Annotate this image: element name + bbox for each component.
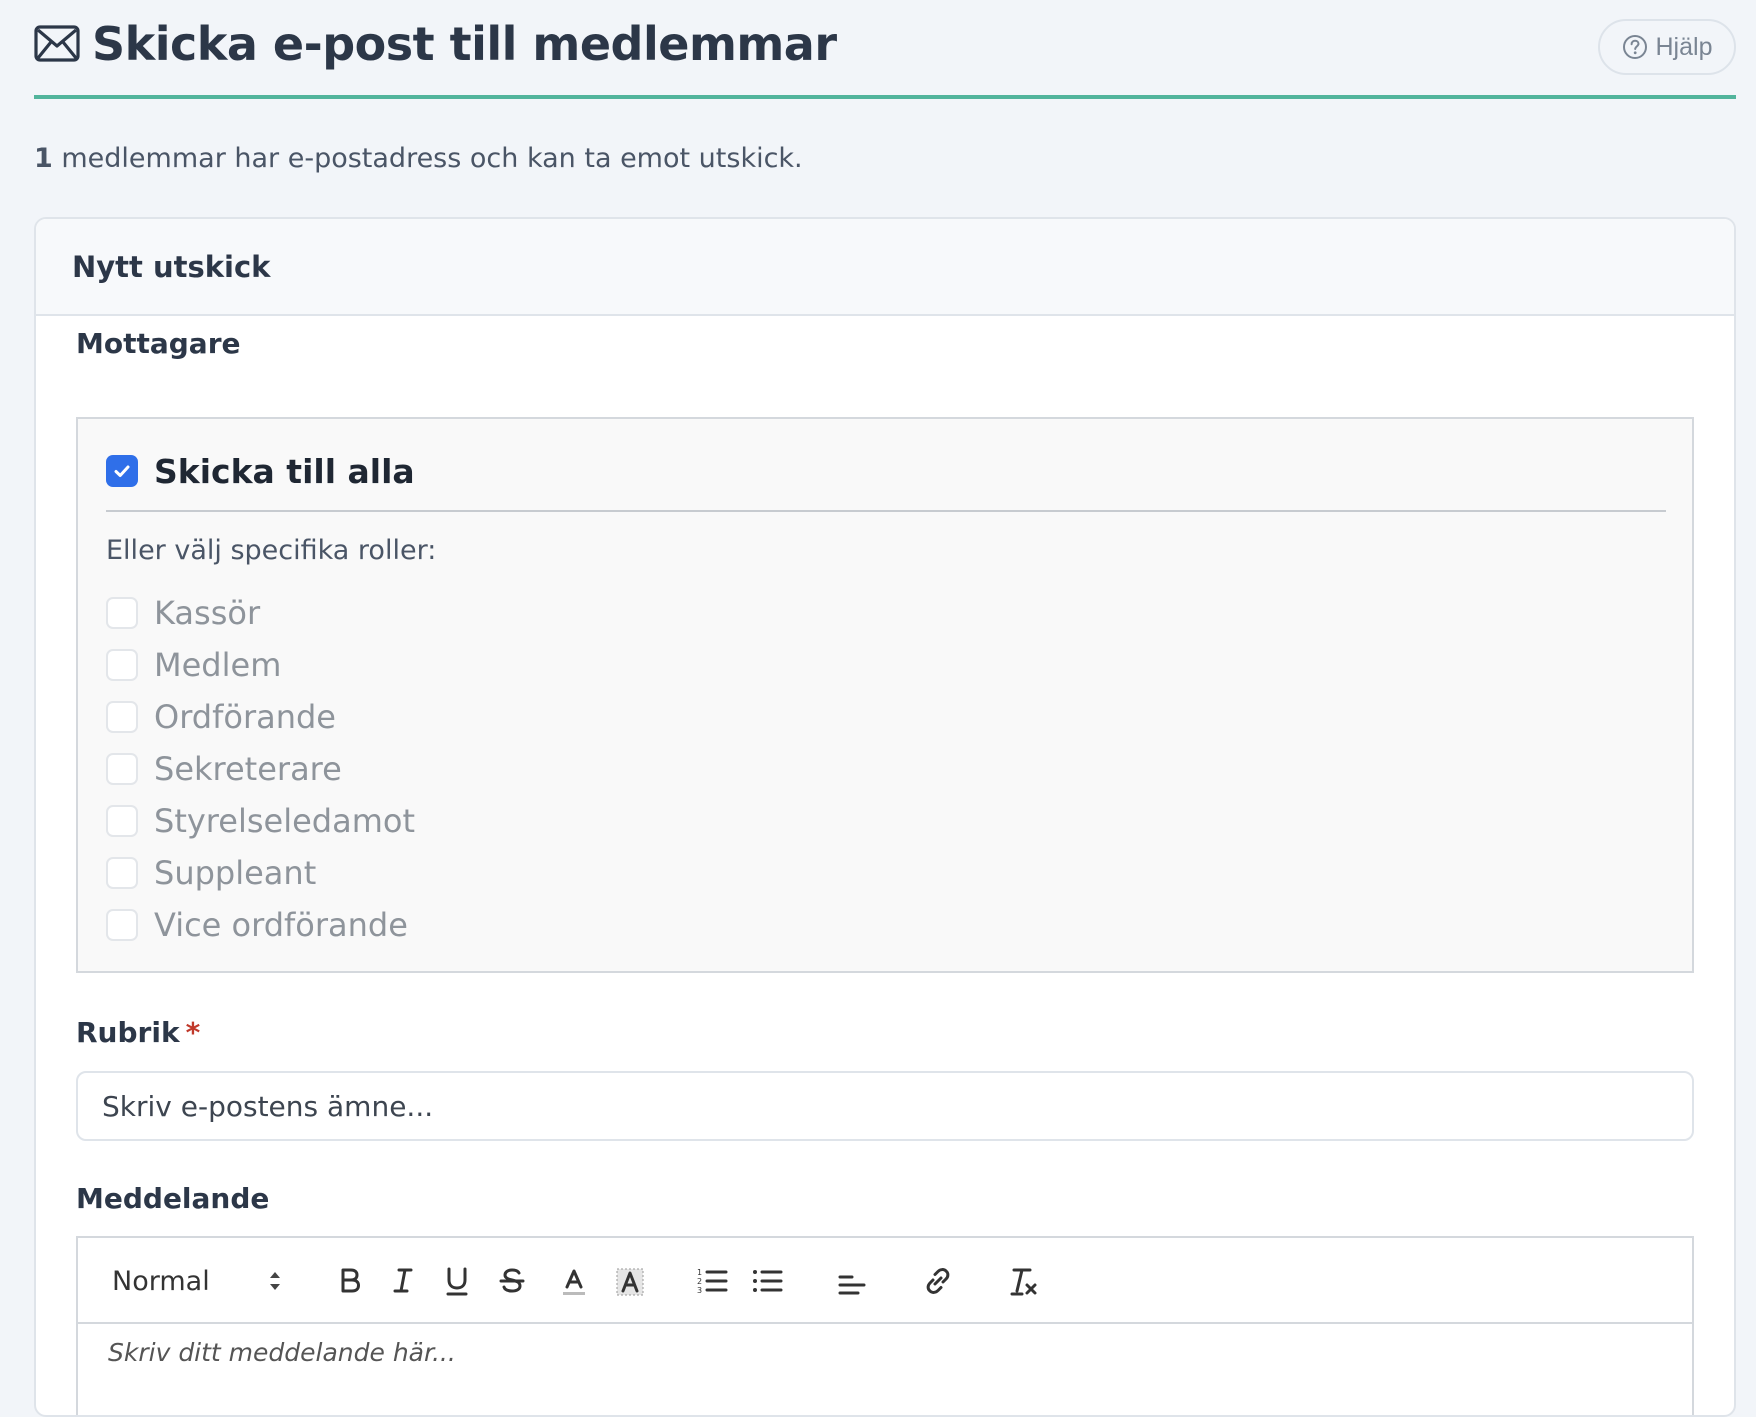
- role-label: Ordförande: [154, 698, 336, 736]
- role-label: Styrelseledamot: [154, 802, 415, 840]
- role-checkbox[interactable]: [106, 701, 138, 733]
- message-editor: Normal 1 2 3 Skriv ditt meddelande här..…: [76, 1236, 1694, 1415]
- align-icon: [838, 1275, 866, 1295]
- page-title: Skicka e-post till medlemmar: [92, 17, 837, 71]
- role-option[interactable]: Medlem: [106, 639, 415, 691]
- required-mark: *: [185, 1016, 201, 1049]
- message-body[interactable]: Skriv ditt meddelande här...: [108, 1338, 456, 1367]
- highlight-button[interactable]: [608, 1258, 652, 1304]
- subject-label: Rubrik *: [76, 1016, 200, 1049]
- ordered-list-button[interactable]: 1 2 3: [690, 1258, 734, 1304]
- member-count-text: 1 medlemmar har e-postadress och kan ta …: [34, 143, 803, 174]
- role-checkbox[interactable]: [106, 909, 138, 941]
- help-button[interactable]: Hjälp: [1598, 19, 1736, 75]
- send-all-checkbox[interactable]: [106, 455, 138, 487]
- link-button[interactable]: [916, 1258, 960, 1304]
- role-label: Medlem: [154, 646, 282, 684]
- italic-icon: [393, 1268, 413, 1293]
- role-option[interactable]: Ordförande: [106, 691, 415, 743]
- link-icon: [926, 1268, 950, 1294]
- clear-format-button[interactable]: [1001, 1258, 1045, 1304]
- role-option[interactable]: Styrelseledamot: [106, 795, 415, 847]
- bold-button[interactable]: [328, 1258, 372, 1304]
- role-list: Kassör Medlem Ordförande Sekreterare Sty…: [106, 587, 415, 951]
- text-color-button[interactable]: [552, 1258, 596, 1304]
- question-circle-icon: [1622, 35, 1647, 59]
- svg-text:1: 1: [697, 1268, 702, 1277]
- role-checkbox[interactable]: [106, 857, 138, 889]
- bullet-list-button[interactable]: [745, 1258, 789, 1304]
- role-label: Kassör: [154, 594, 261, 632]
- strikethrough-icon: [499, 1268, 525, 1293]
- recipients-label: Mottagare: [76, 327, 241, 360]
- svg-text:3: 3: [697, 1286, 702, 1295]
- italic-button[interactable]: [381, 1258, 425, 1304]
- clear-format-icon: [1010, 1268, 1037, 1296]
- editor-toolbar: Normal 1 2 3: [78, 1238, 1692, 1324]
- svg-text:2: 2: [697, 1277, 702, 1286]
- underline-button[interactable]: [435, 1258, 479, 1304]
- role-checkbox[interactable]: [106, 805, 138, 837]
- page: Skicka e-post till medlemmar Hjälp 1 med…: [0, 0, 1756, 1417]
- role-label: Suppleant: [154, 854, 317, 892]
- subject-input[interactable]: [76, 1071, 1694, 1141]
- align-button[interactable]: [830, 1258, 874, 1304]
- subject-label-text: Rubrik: [76, 1016, 180, 1049]
- role-option[interactable]: Kassör: [106, 587, 415, 639]
- role-checkbox[interactable]: [106, 753, 138, 785]
- checkmark-icon: [114, 465, 130, 477]
- bold-icon: [341, 1268, 360, 1293]
- role-option[interactable]: Sekreterare: [106, 743, 415, 795]
- role-option[interactable]: Vice ordförande: [106, 899, 415, 951]
- role-label: Vice ordförande: [154, 906, 408, 944]
- text-color-icon: [563, 1269, 585, 1295]
- send-all-option[interactable]: Skicka till alla: [106, 449, 415, 493]
- strikethrough-button[interactable]: [490, 1258, 534, 1304]
- updown-icon: [270, 1272, 280, 1290]
- envelope-icon: [34, 25, 80, 62]
- divider: [106, 510, 1666, 512]
- card-header: Nytt utskick: [36, 219, 1734, 316]
- message-label: Meddelande: [76, 1182, 270, 1215]
- card-title: Nytt utskick: [72, 249, 271, 284]
- role-option[interactable]: Suppleant: [106, 847, 415, 899]
- member-count-description: medlemmar har e-postadress och kan ta em…: [52, 143, 803, 174]
- format-select-value: Normal: [112, 1265, 210, 1297]
- roles-hint: Eller välj specifika roller:: [106, 535, 437, 566]
- page-header: Skicka e-post till medlemmar Hjälp: [34, 0, 1736, 99]
- role-checkbox[interactable]: [106, 649, 138, 681]
- ordered-list-icon: 1 2 3: [697, 1268, 728, 1295]
- highlight-icon: [616, 1268, 644, 1296]
- send-all-label: Skicka till alla: [154, 451, 415, 491]
- bullet-list-icon: [753, 1270, 783, 1292]
- help-button-label: Hjälp: [1655, 32, 1713, 61]
- underline-icon: [446, 1267, 468, 1296]
- format-select[interactable]: Normal: [112, 1260, 284, 1302]
- new-mailing-card: Nytt utskick Mottagare Skicka till alla …: [34, 217, 1736, 1417]
- member-count: 1: [34, 143, 53, 174]
- role-checkbox[interactable]: [106, 597, 138, 629]
- role-label: Sekreterare: [154, 750, 342, 788]
- recipients-box: Skicka till alla Eller välj specifika ro…: [76, 417, 1694, 973]
